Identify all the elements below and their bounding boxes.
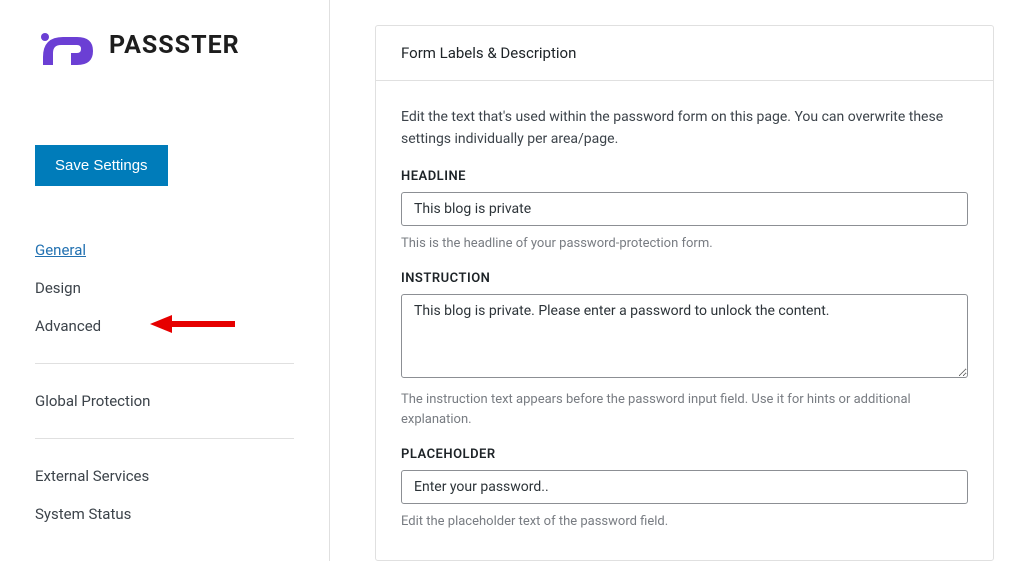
nav-item-label: General [35, 241, 86, 259]
arrow-annotation-icon [150, 313, 235, 335]
nav-item-label: Design [35, 279, 81, 297]
headline-label: HEADLINE [401, 169, 968, 184]
main-content: Form Labels & Description Edit the text … [330, 0, 1024, 561]
headline-input[interactable] [401, 192, 968, 226]
nav-item-external-services[interactable]: External Services [35, 457, 294, 495]
nav-item-design[interactable]: Design [35, 269, 294, 307]
card-intro-text: Edit the text that's used within the pas… [401, 106, 968, 151]
card-body: Edit the text that's used within the pas… [376, 81, 993, 560]
instruction-label: INSTRUCTION [401, 271, 968, 286]
nav-item-global-protection[interactable]: Global Protection [35, 382, 294, 420]
brand-logo: PASSSTER [35, 25, 294, 65]
nav-item-system-status[interactable]: System Status [35, 495, 294, 533]
form-labels-card: Form Labels & Description Edit the text … [375, 25, 994, 561]
save-settings-button[interactable]: Save Settings [35, 145, 168, 186]
passster-logo-icon [35, 25, 101, 65]
nav-item-label: System Status [35, 505, 131, 523]
headline-help-text: This is the headline of your password-pr… [401, 234, 968, 254]
brand-name: PASSSTER [109, 31, 240, 60]
nav-group-system: External Services System Status [35, 457, 294, 533]
placeholder-field-group: PLACEHOLDER Edit the placeholder text of… [401, 447, 968, 532]
nav-group-protection: Global Protection [35, 382, 294, 420]
nav-group-main: General Design Advanced [35, 231, 294, 345]
nav-divider [35, 363, 294, 364]
nav-divider [35, 438, 294, 439]
instruction-textarea[interactable]: This blog is private. Please enter a pas… [401, 294, 968, 378]
nav-item-label: Advanced [35, 317, 101, 335]
nav-item-advanced[interactable]: Advanced [35, 307, 294, 345]
headline-field-group: HEADLINE This is the headline of your pa… [401, 169, 968, 254]
placeholder-help-text: Edit the placeholder text of the passwor… [401, 512, 968, 532]
sidebar: PASSSTER Save Settings General Design Ad… [0, 0, 330, 561]
nav-item-label: External Services [35, 467, 149, 485]
nav-item-general[interactable]: General [35, 231, 294, 269]
nav-item-label: Global Protection [35, 392, 150, 410]
instruction-help-text: The instruction text appears before the … [401, 390, 968, 429]
placeholder-label: PLACEHOLDER [401, 447, 968, 462]
instruction-field-group: INSTRUCTION This blog is private. Please… [401, 271, 968, 429]
card-title: Form Labels & Description [376, 26, 993, 81]
placeholder-input[interactable] [401, 470, 968, 504]
